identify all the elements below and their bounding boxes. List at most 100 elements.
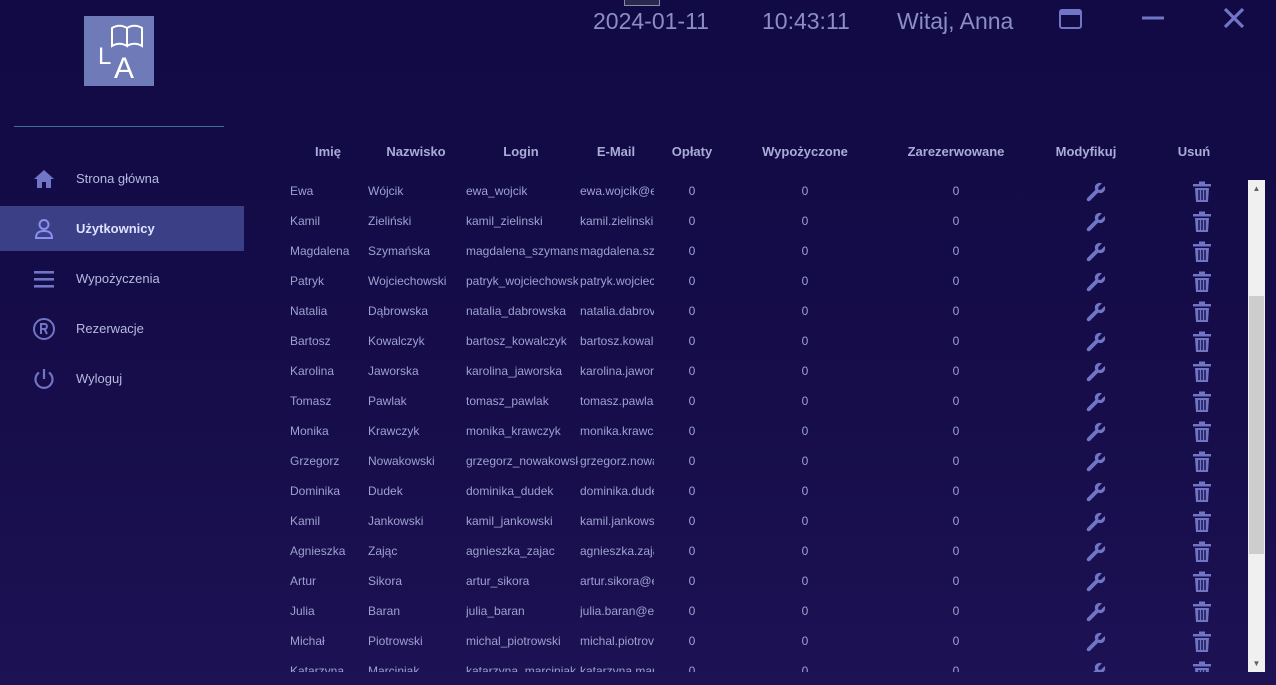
wrench-icon[interactable] bbox=[1085, 571, 1107, 593]
wrench-icon[interactable] bbox=[1085, 451, 1107, 473]
table-row[interactable]: Magdalena Szymańska magdalena_szymansk m… bbox=[280, 236, 1240, 266]
cell-email: artur.sikora@e bbox=[580, 574, 654, 588]
wrench-icon[interactable] bbox=[1085, 541, 1107, 563]
wrench-icon[interactable] bbox=[1085, 331, 1107, 353]
cell-first-name: Bartosz bbox=[290, 334, 331, 348]
minimize-icon[interactable] bbox=[1141, 8, 1165, 28]
cell-fees: 0 bbox=[688, 424, 696, 438]
wrench-icon[interactable] bbox=[1085, 211, 1107, 233]
trash-icon[interactable] bbox=[1192, 391, 1212, 413]
cell-login: natalia_dabrowska bbox=[466, 304, 567, 318]
wrench-icon[interactable] bbox=[1085, 181, 1107, 203]
scroll-down-arrow-icon[interactable]: ▼ bbox=[1248, 655, 1265, 672]
column-first-name[interactable]: Imię bbox=[315, 144, 341, 159]
drag-handle[interactable] bbox=[624, 0, 660, 6]
trash-icon[interactable] bbox=[1192, 451, 1212, 473]
trash-icon[interactable] bbox=[1192, 511, 1212, 533]
menu-lines-icon bbox=[34, 271, 54, 288]
table-row[interactable]: Kamil Jankowski kamil_jankowski kamil.ja… bbox=[280, 506, 1240, 536]
trash-icon[interactable] bbox=[1192, 631, 1212, 653]
trash-icon[interactable] bbox=[1192, 241, 1212, 263]
wrench-icon[interactable] bbox=[1085, 361, 1107, 383]
table-row[interactable]: Natalia Dąbrowska natalia_dabrowska nata… bbox=[280, 296, 1240, 326]
trash-icon[interactable] bbox=[1192, 211, 1212, 233]
cell-email: patryk.wojciec bbox=[580, 274, 654, 288]
trash-icon[interactable] bbox=[1192, 181, 1212, 203]
cell-email: kamil.zielinski bbox=[580, 214, 654, 228]
sidebar-item-label: Użytkownicy bbox=[76, 221, 155, 236]
trash-icon[interactable] bbox=[1192, 271, 1212, 293]
wrench-icon[interactable] bbox=[1085, 511, 1107, 533]
close-icon[interactable] bbox=[1223, 7, 1245, 29]
cell-login: katarzyna_marciniak bbox=[466, 664, 577, 672]
cell-fees: 0 bbox=[688, 274, 696, 288]
column-borrowed[interactable]: Wypożyczone bbox=[762, 144, 848, 159]
trash-icon[interactable] bbox=[1192, 541, 1212, 563]
cell-reserved: 0 bbox=[952, 634, 960, 648]
trash-icon[interactable] bbox=[1192, 331, 1212, 353]
cell-email: karolina.jawor bbox=[580, 364, 654, 378]
cell-borrowed: 0 bbox=[801, 544, 809, 558]
sidebar-item-logout[interactable]: Wyloguj bbox=[0, 356, 244, 401]
wrench-icon[interactable] bbox=[1085, 631, 1107, 653]
table-scrollbar[interactable]: ▲ ▼ bbox=[1248, 180, 1265, 672]
wrench-icon[interactable] bbox=[1085, 601, 1107, 623]
cell-login: patryk_wojciechowski bbox=[466, 274, 578, 288]
trash-icon[interactable] bbox=[1192, 661, 1212, 672]
column-fees[interactable]: Opłaty bbox=[672, 144, 712, 159]
scroll-thumb[interactable] bbox=[1249, 296, 1264, 554]
window-maximize-icon[interactable] bbox=[1059, 9, 1082, 29]
cell-login: julia_baran bbox=[466, 604, 525, 618]
trash-icon[interactable] bbox=[1192, 601, 1212, 623]
cell-login: michal_piotrowski bbox=[466, 634, 561, 648]
cell-borrowed: 0 bbox=[801, 634, 809, 648]
cell-first-name: Magdalena bbox=[290, 244, 350, 258]
table-row[interactable]: Ewa Wójcik ewa_wojcik ewa.wojcik@e 0 0 0 bbox=[280, 176, 1240, 206]
sidebar-item-reservations[interactable]: Rezerwacje bbox=[0, 306, 244, 351]
column-delete: Usuń bbox=[1177, 144, 1211, 159]
wrench-icon[interactable] bbox=[1085, 481, 1107, 503]
cell-borrowed: 0 bbox=[801, 514, 809, 528]
cell-reserved: 0 bbox=[952, 214, 960, 228]
table-row[interactable]: Artur Sikora artur_sikora artur.sikora@e… bbox=[280, 566, 1240, 596]
table-row[interactable]: Kamil Zieliński kamil_zielinski kamil.zi… bbox=[280, 206, 1240, 236]
sidebar-item-home[interactable]: Strona główna bbox=[0, 156, 244, 201]
table-row[interactable]: Grzegorz Nowakowski grzegorz_nowakowski … bbox=[280, 446, 1240, 476]
table-row[interactable]: Patryk Wojciechowski patryk_wojciechowsk… bbox=[280, 266, 1240, 296]
column-email[interactable]: E-Mail bbox=[597, 144, 635, 159]
sidebar-item-users[interactable]: Użytkownicy bbox=[0, 206, 244, 251]
cell-login: magdalena_szymansk bbox=[466, 244, 578, 258]
scroll-up-arrow-icon[interactable]: ▲ bbox=[1248, 180, 1265, 197]
table-row[interactable]: Katarzyna Marciniak katarzyna_marciniak … bbox=[280, 656, 1240, 672]
trash-icon[interactable] bbox=[1192, 571, 1212, 593]
cell-login: grzegorz_nowakowski bbox=[466, 454, 578, 468]
wrench-icon[interactable] bbox=[1085, 271, 1107, 293]
wrench-icon[interactable] bbox=[1085, 241, 1107, 263]
column-login[interactable]: Login bbox=[503, 144, 538, 159]
cell-borrowed: 0 bbox=[801, 484, 809, 498]
table-row[interactable]: Michał Piotrowski michal_piotrowski mich… bbox=[280, 626, 1240, 656]
table-row[interactable]: Agnieszka Zając agnieszka_zajac agnieszk… bbox=[280, 536, 1240, 566]
cell-email: grzegorz.nowa bbox=[580, 454, 654, 468]
table-row[interactable]: Monika Krawczyk monika_krawczyk monika.k… bbox=[280, 416, 1240, 446]
cell-login: dominika_dudek bbox=[466, 484, 554, 498]
wrench-icon[interactable] bbox=[1085, 391, 1107, 413]
wrench-icon[interactable] bbox=[1085, 421, 1107, 443]
table-row[interactable]: Julia Baran julia_baran julia.baran@e: 0… bbox=[280, 596, 1240, 626]
table-row[interactable]: Dominika Dudek dominika_dudek dominika.d… bbox=[280, 476, 1240, 506]
greeting: Witaj, Anna bbox=[897, 8, 1014, 34]
column-reserved[interactable]: Zarezerwowane bbox=[908, 144, 1005, 159]
cell-reserved: 0 bbox=[952, 454, 960, 468]
trash-icon[interactable] bbox=[1192, 421, 1212, 443]
trash-icon[interactable] bbox=[1192, 361, 1212, 383]
trash-icon[interactable] bbox=[1192, 301, 1212, 323]
column-last-name[interactable]: Nazwisko bbox=[386, 144, 445, 159]
wrench-icon[interactable] bbox=[1085, 301, 1107, 323]
wrench-icon[interactable] bbox=[1085, 661, 1107, 672]
cell-first-name: Julia bbox=[290, 604, 315, 618]
sidebar-item-loans[interactable]: Wypożyczenia bbox=[0, 256, 244, 301]
trash-icon[interactable] bbox=[1192, 481, 1212, 503]
table-row[interactable]: Tomasz Pawlak tomasz_pawlak tomasz.pawla… bbox=[280, 386, 1240, 416]
table-row[interactable]: Karolina Jaworska karolina_jaworska karo… bbox=[280, 356, 1240, 386]
table-row[interactable]: Bartosz Kowalczyk bartosz_kowalczyk bart… bbox=[280, 326, 1240, 356]
